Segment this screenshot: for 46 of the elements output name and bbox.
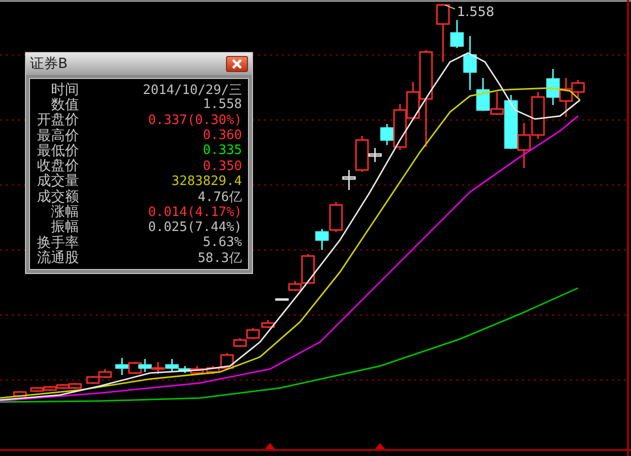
marker-icon — [375, 443, 385, 449]
field-label: 换手率 — [36, 234, 79, 251]
candlestick — [151, 362, 165, 374]
field-value: 4.76亿 — [198, 188, 242, 206]
candlestick — [138, 359, 152, 372]
candlestick — [517, 123, 531, 168]
field-value: 0.025(7.44%) — [148, 220, 242, 235]
field-label: 最低价 — [36, 142, 79, 159]
field-label: 收盘价 — [36, 157, 79, 174]
candlestick — [13, 391, 27, 397]
field-label: 时间 — [50, 80, 79, 98]
candlestick — [233, 338, 247, 347]
close-icon — [231, 59, 243, 69]
popup-title: 证券B — [30, 55, 68, 73]
field-label: 涨幅 — [50, 204, 79, 220]
candlestick — [546, 69, 560, 105]
field-label: 振幅 — [50, 218, 79, 236]
candlestick — [246, 328, 260, 339]
candlestick — [190, 366, 204, 375]
field-value: 3283829.4 — [172, 174, 242, 189]
field-label: 数值 — [50, 96, 79, 113]
candlestick — [315, 229, 329, 250]
close-button[interactable] — [226, 56, 248, 72]
field-value: 58.3亿 — [198, 250, 242, 267]
candlestick — [329, 202, 343, 232]
candlestick — [128, 362, 142, 374]
leader-line — [444, 4, 456, 10]
peak-price-label: 1.558 — [457, 5, 494, 20]
marker-icon — [265, 443, 275, 449]
candlestick — [275, 298, 289, 301]
field-value: 0.014(4.17%) — [148, 204, 242, 220]
field-value: 0.350 — [202, 158, 242, 174]
field-value: 1.558 — [202, 97, 242, 112]
field-value: 0.335 — [202, 143, 242, 158]
candlestick — [531, 92, 545, 139]
field-value: 2014/10/29/三 — [142, 82, 242, 98]
field-value: 5.63% — [202, 235, 242, 250]
field-label: 开盘价 — [36, 111, 79, 128]
field-label: 成交额 — [36, 188, 79, 205]
field-label: 最高价 — [36, 126, 79, 144]
field-label: 流通股 — [36, 249, 79, 267]
candlestick — [115, 358, 129, 375]
field-value: 0.360 — [202, 128, 242, 144]
field-label: 成交量 — [36, 172, 79, 190]
candlestick — [98, 369, 112, 378]
field-value: 0.337(0.30%) — [148, 112, 242, 128]
